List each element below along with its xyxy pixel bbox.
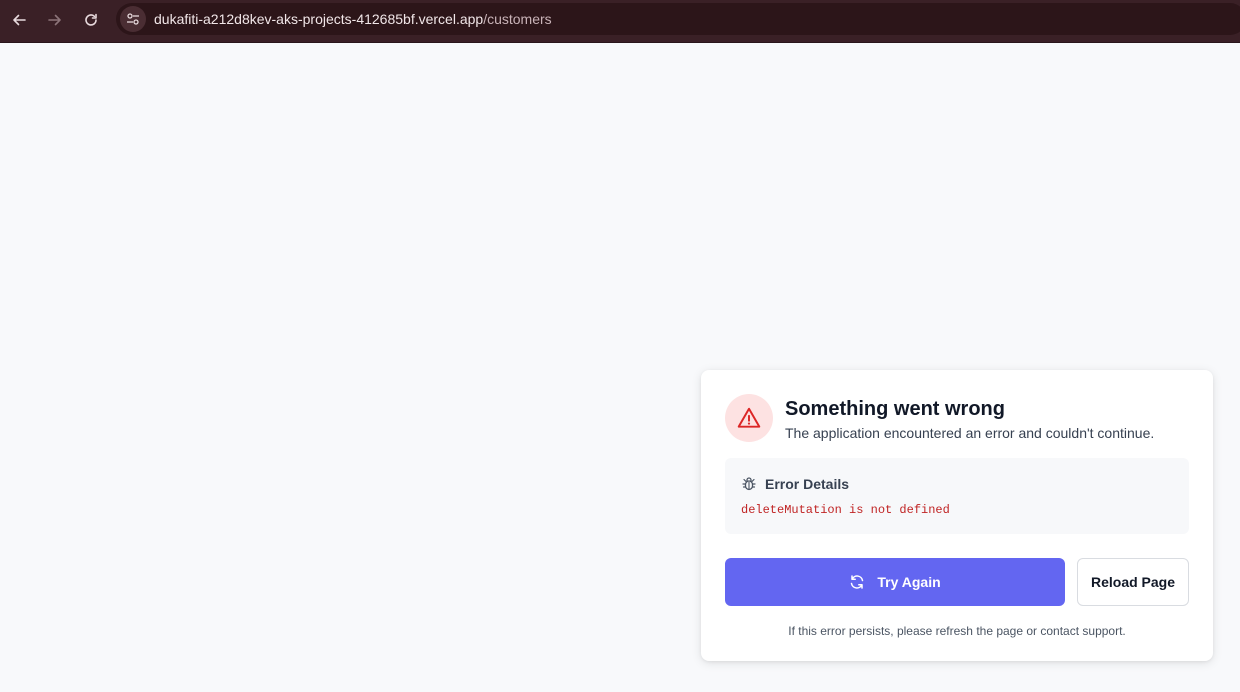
error-subtitle: The application encountered an error and…	[785, 425, 1155, 441]
error-details-panel: Error Details deleteMutation is not defi…	[725, 458, 1189, 534]
reload-page-label: Reload Page	[1090, 574, 1176, 590]
site-info-button[interactable]	[120, 6, 146, 32]
try-again-label: Try Again	[877, 574, 941, 590]
bug-icon	[742, 477, 756, 491]
reload-icon	[85, 13, 97, 26]
reload-page-button[interactable]: Reload Page	[1077, 558, 1189, 606]
warning-triangle-icon	[737, 407, 761, 428]
error-details-header: Error Details	[741, 476, 849, 492]
arrow-right-icon	[48, 14, 61, 26]
reload-button[interactable]	[78, 7, 104, 33]
forward-button[interactable]	[42, 7, 68, 33]
try-again-button[interactable]: Try Again	[725, 558, 1065, 606]
support-footnote: If this error persists, please refresh t…	[788, 624, 1126, 638]
url-text: dukafiti-a212d8kev-aks-projects-412685bf…	[154, 11, 552, 27]
url-host: dukafiti-a212d8kev-aks-projects-412685bf…	[154, 11, 484, 27]
error-details-title: Error Details	[765, 476, 850, 492]
error-message: deleteMutation is not defined	[741, 503, 950, 517]
tune-icon	[127, 13, 139, 25]
warning-badge	[725, 394, 773, 442]
error-card: Something went wrong The application enc…	[701, 370, 1213, 661]
arrow-left-icon	[13, 14, 26, 26]
refresh-cycle-icon	[851, 575, 864, 589]
browser-toolbar: dukafiti-a212d8kev-aks-projects-412685bf…	[0, 0, 1240, 43]
back-button[interactable]	[6, 7, 32, 33]
error-title: Something went wrong	[785, 398, 1005, 420]
url-path: /customers	[483, 11, 552, 27]
address-bar[interactable]: dukafiti-a212d8kev-aks-projects-412685bf…	[116, 3, 1240, 35]
